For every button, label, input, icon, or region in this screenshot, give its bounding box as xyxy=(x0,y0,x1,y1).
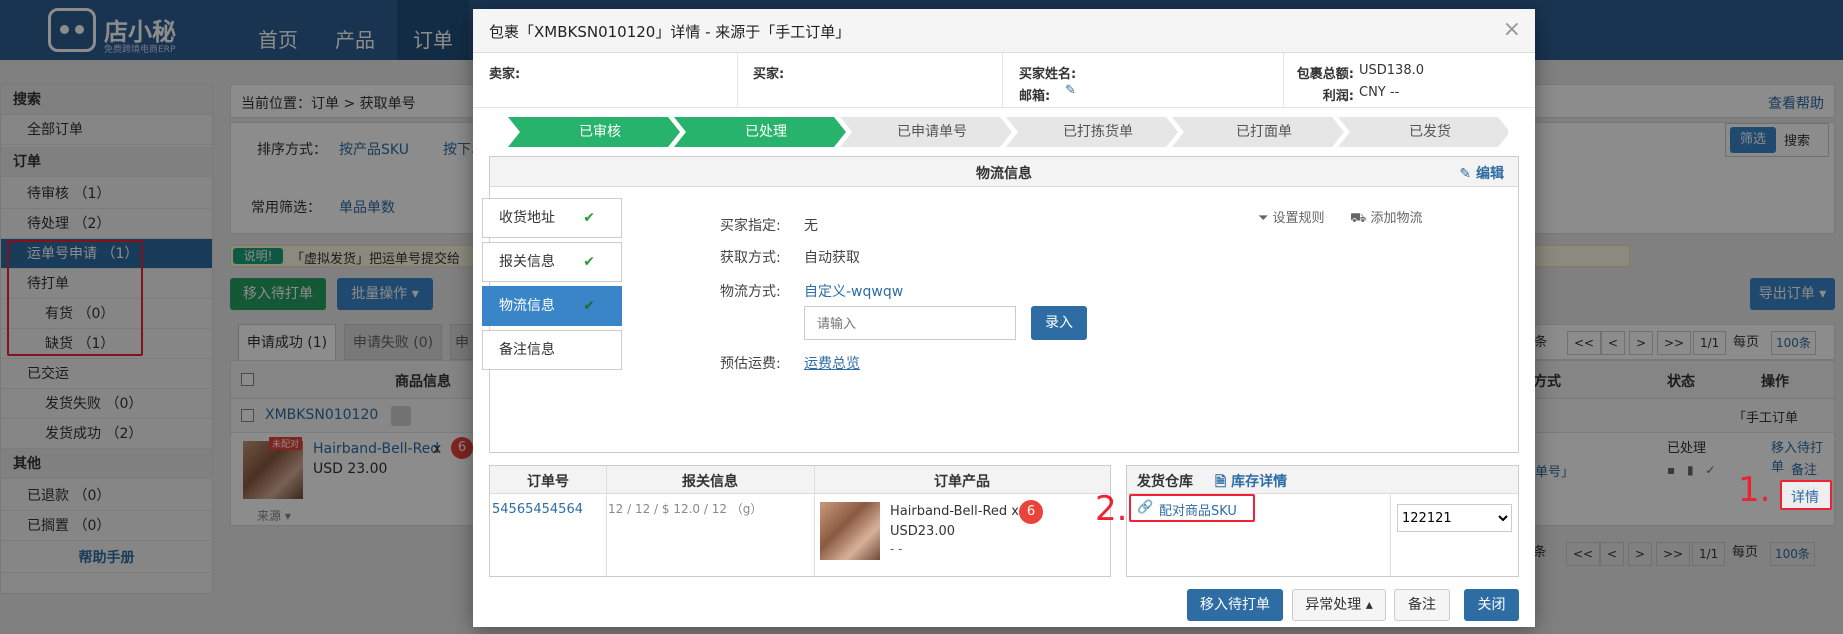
step-shipped: 已发货 xyxy=(1409,124,1451,140)
check-icon: ✔ xyxy=(583,298,595,314)
total-label: 包裹总额: xyxy=(1296,67,1354,82)
package-info-row: 卖家: 买家: 买家姓名: 邮箱: ✎ 包裹总额: USD138.0 利润: C… xyxy=(473,53,1535,108)
step-applied-number: 已申请单号 xyxy=(897,124,967,140)
match-sku-label: 配对商品SKU xyxy=(1159,504,1237,519)
logistics-header: 物流信息 ✎ 编辑 xyxy=(490,157,1518,187)
step-label-printed: 已打面单 xyxy=(1236,124,1292,140)
stock-detail-link[interactable]: 🗎 库存详情 xyxy=(1215,471,1287,495)
step-reviewed: 已审核 xyxy=(579,124,621,140)
email-label: 邮箱: xyxy=(1019,89,1051,104)
tab-logistics-info[interactable]: 物流信息 ✔ xyxy=(482,286,622,326)
link-icon: 🔗 xyxy=(1137,500,1154,515)
modal-header: 包裹「XMBKSN010120」详情 - 来源于「手工订单」 × xyxy=(473,9,1535,53)
check-icon: ✔ xyxy=(583,254,595,270)
tab-shipping-address[interactable]: 收货地址 ✔ xyxy=(482,198,622,238)
annotation-label-2: 2. xyxy=(1095,489,1128,529)
order-product-thumbnail xyxy=(820,502,880,560)
footer-remark-button[interactable]: 备注 xyxy=(1394,589,1450,621)
detail-link-highlight[interactable]: 详情 xyxy=(1791,487,1819,507)
step-picked: 已打拣货单 xyxy=(1063,124,1133,140)
fetch-method-value: 自动获取 xyxy=(804,250,860,266)
order-quantity-badge: 6 xyxy=(1019,500,1043,524)
email-edit-icon[interactable]: ✎ xyxy=(1065,83,1076,98)
add-logistics-link[interactable]: ⛟ 添加物流 xyxy=(1350,207,1423,228)
edit-link[interactable]: ✎ 编辑 xyxy=(1459,163,1504,183)
tracking-number-input[interactable] xyxy=(804,306,1016,340)
order-id-link[interactable]: 54565454564 xyxy=(492,502,583,517)
document-icon: 🗎 xyxy=(1215,474,1232,490)
col-customs: 报关信息 xyxy=(682,474,738,490)
buyer-assign-value: 无 xyxy=(804,218,818,234)
col-order-number: 订单号 xyxy=(527,474,569,490)
warehouse-label: 发货仓库 xyxy=(1137,474,1193,490)
truck-icon: ⛟ xyxy=(1350,211,1371,226)
fetch-method-label: 获取方式: xyxy=(720,250,781,266)
seller-label: 卖家: xyxy=(489,67,521,82)
annotation-box-detail: 详情 xyxy=(1780,480,1832,510)
annotation-label-1: 1. xyxy=(1738,470,1771,510)
logistics-panel: 物流信息 ✎ 编辑 买家指定: 无 获取方式: 自动获取 物流方式: 自定义-w… xyxy=(489,156,1519,453)
freight-overview-link[interactable]: 运费总览 xyxy=(804,353,860,373)
set-rule-link[interactable]: ⏷ 设置规则 xyxy=(1258,207,1325,226)
buyer-name-label: 买家姓名: xyxy=(1019,67,1077,82)
col-order-product: 订单产品 xyxy=(934,474,990,490)
freight-label: 预估运费: xyxy=(720,356,781,372)
total-value: USD138.0 xyxy=(1359,63,1424,78)
tab-customs-info[interactable]: 报关信息 ✔ xyxy=(482,242,622,282)
step-processed: 已处理 xyxy=(745,124,787,140)
warehouse-select[interactable]: 122121 xyxy=(1397,504,1512,532)
order-product-name: Hairband-Bell-Red x xyxy=(890,504,1019,519)
profit-label: 利润: xyxy=(1322,89,1354,104)
customs-value: 12 / 12 / $ 12.0 / 12 （g） xyxy=(608,502,763,516)
logistics-title: 物流信息 xyxy=(976,166,1032,182)
logistics-method-label: 物流方式: xyxy=(720,284,781,300)
footer-close-button[interactable]: 关闭 xyxy=(1464,589,1519,621)
profit-value: CNY -- xyxy=(1359,85,1400,100)
buyer-label: 买家: xyxy=(753,67,785,82)
modal-close-icon[interactable]: × xyxy=(1503,17,1521,42)
edit-icon: ✎ xyxy=(1459,166,1476,182)
tab-remark-info[interactable]: 备注信息 xyxy=(482,330,622,370)
exception-handling-button[interactable]: 异常处理 ▴ xyxy=(1292,589,1386,621)
modal-title: 包裹「XMBKSN010120」详情 - 来源于「手工订单」 xyxy=(489,23,851,41)
logistics-method-link[interactable]: 自定义-wqwqw xyxy=(804,281,903,301)
order-product-table: 订单号 报关信息 订单产品 54565454564 12 / 12 / $ 12… xyxy=(489,465,1111,577)
package-detail-modal: 包裹「XMBKSN010120」详情 - 来源于「手工订单」 × 卖家: 买家:… xyxy=(473,9,1535,627)
check-icon: ✔ xyxy=(583,210,595,226)
filter-icon: ⏷ xyxy=(1258,211,1273,226)
match-sku-button[interactable]: 🔗 配对商品SKU xyxy=(1129,494,1255,522)
record-button[interactable]: 录入 xyxy=(1031,306,1087,340)
buyer-assign-label: 买家指定: xyxy=(720,218,781,234)
footer-move-to-print-button[interactable]: 移入待打单 xyxy=(1187,589,1283,621)
order-product-price: USD23.00 xyxy=(890,524,955,539)
order-product-dash: - - xyxy=(890,542,903,556)
